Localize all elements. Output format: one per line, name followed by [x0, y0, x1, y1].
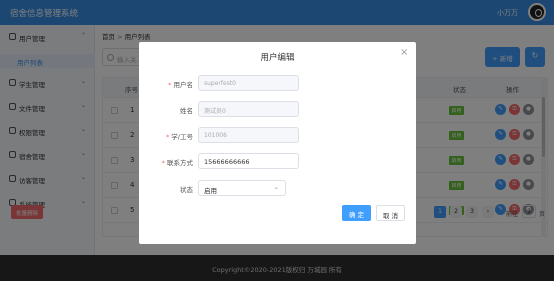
phone-field[interactable]: 15666666666 [198, 153, 299, 169]
number-field[interactable]: 101006 [198, 127, 299, 143]
name-label: 姓名 [180, 107, 193, 115]
required-star: * [165, 133, 170, 141]
confirm-button[interactable]: 确 定 [342, 205, 371, 221]
required-star: * [168, 81, 172, 89]
phone-label: * 联系方式 [161, 159, 193, 167]
name-field[interactable]: 测试员0 [198, 101, 299, 117]
status-label: 状态 [180, 186, 193, 194]
username-label: * 用户名 [168, 81, 193, 89]
number-label: * 学/工号 [165, 133, 193, 141]
cancel-button[interactable]: 取 消 [376, 205, 405, 221]
status-select-value: 启用 [204, 187, 217, 195]
status-select[interactable]: 启用 ⌄ [198, 180, 286, 196]
required-star: * [161, 159, 165, 167]
user-edit-dialog: 用户编辑 × [139, 42, 416, 244]
close-icon[interactable]: × [400, 47, 408, 58]
dialog-title: 用户编辑 [260, 53, 295, 63]
username-field[interactable]: superfest0 [198, 75, 299, 91]
chevron-down-icon: ⌄ [273, 183, 279, 191]
